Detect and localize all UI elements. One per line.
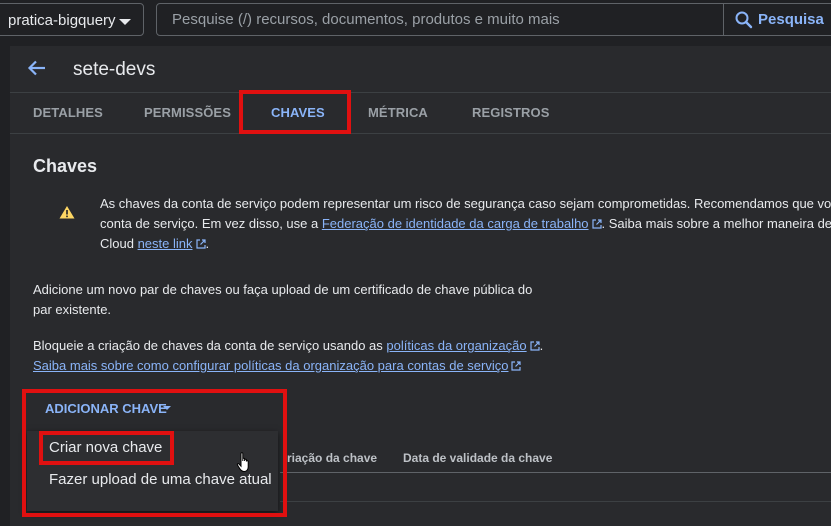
project-name: pratica-bigquery [8, 12, 116, 29]
top-bar: pratica-bigquery Pesquisa [0, 0, 831, 40]
column-header-expiry[interactable]: Data de validade da chave [403, 451, 552, 465]
learn-more-link[interactable]: Saiba mais sobre como configurar polític… [33, 358, 508, 373]
hand-cursor-icon [236, 452, 249, 472]
warning-line-1: As chaves da conta de serviço podem repr… [100, 196, 831, 211]
main-panel: sete-devs DETALHES PERMISSÕES CHAVES MÉT… [10, 46, 831, 526]
column-header-created[interactable]: riação da chave [287, 451, 377, 465]
external-link-icon [195, 239, 206, 249]
info-line-2: par existente. [33, 302, 112, 317]
tab-bar: DETALHES PERMISSÕES CHAVES MÉTRICA REGIS… [10, 92, 831, 134]
tab-metrica[interactable]: MÉTRICA [368, 105, 428, 120]
block-keys-text: Bloqueie a criação de chaves da conta de… [33, 338, 387, 353]
block-keys-line: Bloqueie a criação de chaves da conta de… [33, 336, 543, 356]
back-arrow-icon[interactable] [26, 57, 48, 79]
org-policies-link[interactable]: políticas da organização [386, 338, 526, 353]
search-input[interactable] [157, 4, 737, 35]
highlight-box-tab [239, 90, 351, 134]
tab-permissoes[interactable]: PERMISSÕES [144, 105, 231, 120]
project-selector[interactable]: pratica-bigquery [0, 3, 144, 36]
block-keys-tail: . [539, 338, 544, 353]
warning-line-2: conta de serviço. Em vez disso, use a Fe… [100, 214, 831, 234]
warning-line-3-tail: . [205, 236, 210, 251]
warning-icon [59, 206, 75, 219]
external-link-icon [591, 219, 602, 229]
federation-link[interactable]: Federação de identidade da carga de trab… [322, 216, 589, 231]
tab-detalhes[interactable]: DETALHES [33, 105, 103, 120]
page-title: sete-devs [73, 59, 156, 80]
highlight-box-create-key [39, 431, 174, 465]
neste-link[interactable]: neste link [138, 236, 193, 251]
warning-line-3-text: Cloud [100, 236, 138, 251]
learn-more-line: Saiba mais sobre como configurar polític… [33, 356, 522, 376]
table-divider [280, 501, 831, 502]
warning-line-2-tail: . Saiba mais sobre a melhor maneira de a [601, 216, 831, 231]
external-link-icon [530, 341, 540, 351]
search-bar: Pesquisa [156, 3, 831, 36]
search-button-label: Pesquisa [758, 11, 824, 28]
caret-down-icon [119, 19, 131, 25]
section-title: Chaves [33, 156, 98, 176]
external-link-icon [511, 361, 522, 371]
search-button[interactable]: Pesquisa [723, 4, 831, 35]
warning-line-3: Cloud neste link. [100, 234, 209, 254]
info-line-1: Adicione um novo par de chaves ou faça u… [33, 282, 533, 297]
table-divider [280, 472, 831, 473]
search-icon [735, 11, 753, 29]
tab-registros[interactable]: REGISTROS [472, 105, 549, 120]
warning-line-2-text: conta de serviço. Em vez disso, use a [100, 216, 322, 231]
